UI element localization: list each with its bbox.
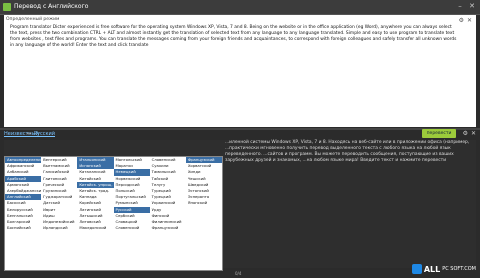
language-option: [186, 225, 222, 231]
watermark-brand: ALL: [423, 264, 441, 274]
watermark-domain: PC SOFT.COM: [442, 266, 476, 272]
language-dropdown[interactable]: Автоопределение Венгерский Итальянский Монг…: [4, 156, 223, 271]
language-option[interactable]: Словенский: [114, 225, 150, 231]
settings-icon[interactable]: ⚙: [459, 17, 464, 24]
translation-panel-buttons: ⚙ ✕: [463, 130, 476, 137]
translate-button[interactable]: перевести: [422, 129, 456, 138]
settings-icon[interactable]: ⚙: [463, 130, 468, 137]
translation-text[interactable]: ...иленной системы Windows XP, Vista, 7 …: [225, 140, 475, 164]
title-bar: Перевод с Английского – ✕: [0, 0, 480, 15]
app-icon: [3, 3, 11, 11]
language-option[interactable]: Боснийский: [5, 225, 41, 231]
close-icon[interactable]: ✕: [471, 130, 476, 137]
watermark: ALL PC SOFT.COM: [411, 264, 476, 274]
swap-languages-icon[interactable]: ↔: [27, 131, 31, 137]
source-text-panel[interactable]: Определенный режим ⚙ ✕ Program translato…: [4, 15, 476, 127]
panel-divider[interactable]: [0, 128, 480, 130]
language-toolbar: Неизвестный ↔ Русский перевести ⚙ ✕: [4, 129, 476, 139]
source-mode-label: Определенный режим: [6, 17, 60, 22]
window-controls: – ✕: [456, 2, 476, 10]
language-option[interactable]: Македонский: [77, 225, 113, 231]
language-option[interactable]: Французский: [150, 225, 186, 231]
char-counter: 0/4: [235, 271, 242, 276]
language-option[interactable]: Ирландский: [41, 225, 77, 231]
close-icon[interactable]: ✕: [467, 17, 472, 24]
target-language-link[interactable]: Русский: [34, 131, 55, 137]
brand-logo-icon: [411, 264, 422, 274]
source-text[interactable]: Program translator Dicter experienced is…: [10, 25, 458, 49]
source-panel-buttons: ⚙ ✕: [459, 17, 472, 24]
minimize-icon[interactable]: –: [456, 2, 464, 10]
close-icon[interactable]: ✕: [468, 2, 476, 10]
window-title: Перевод с Английского: [14, 3, 89, 10]
